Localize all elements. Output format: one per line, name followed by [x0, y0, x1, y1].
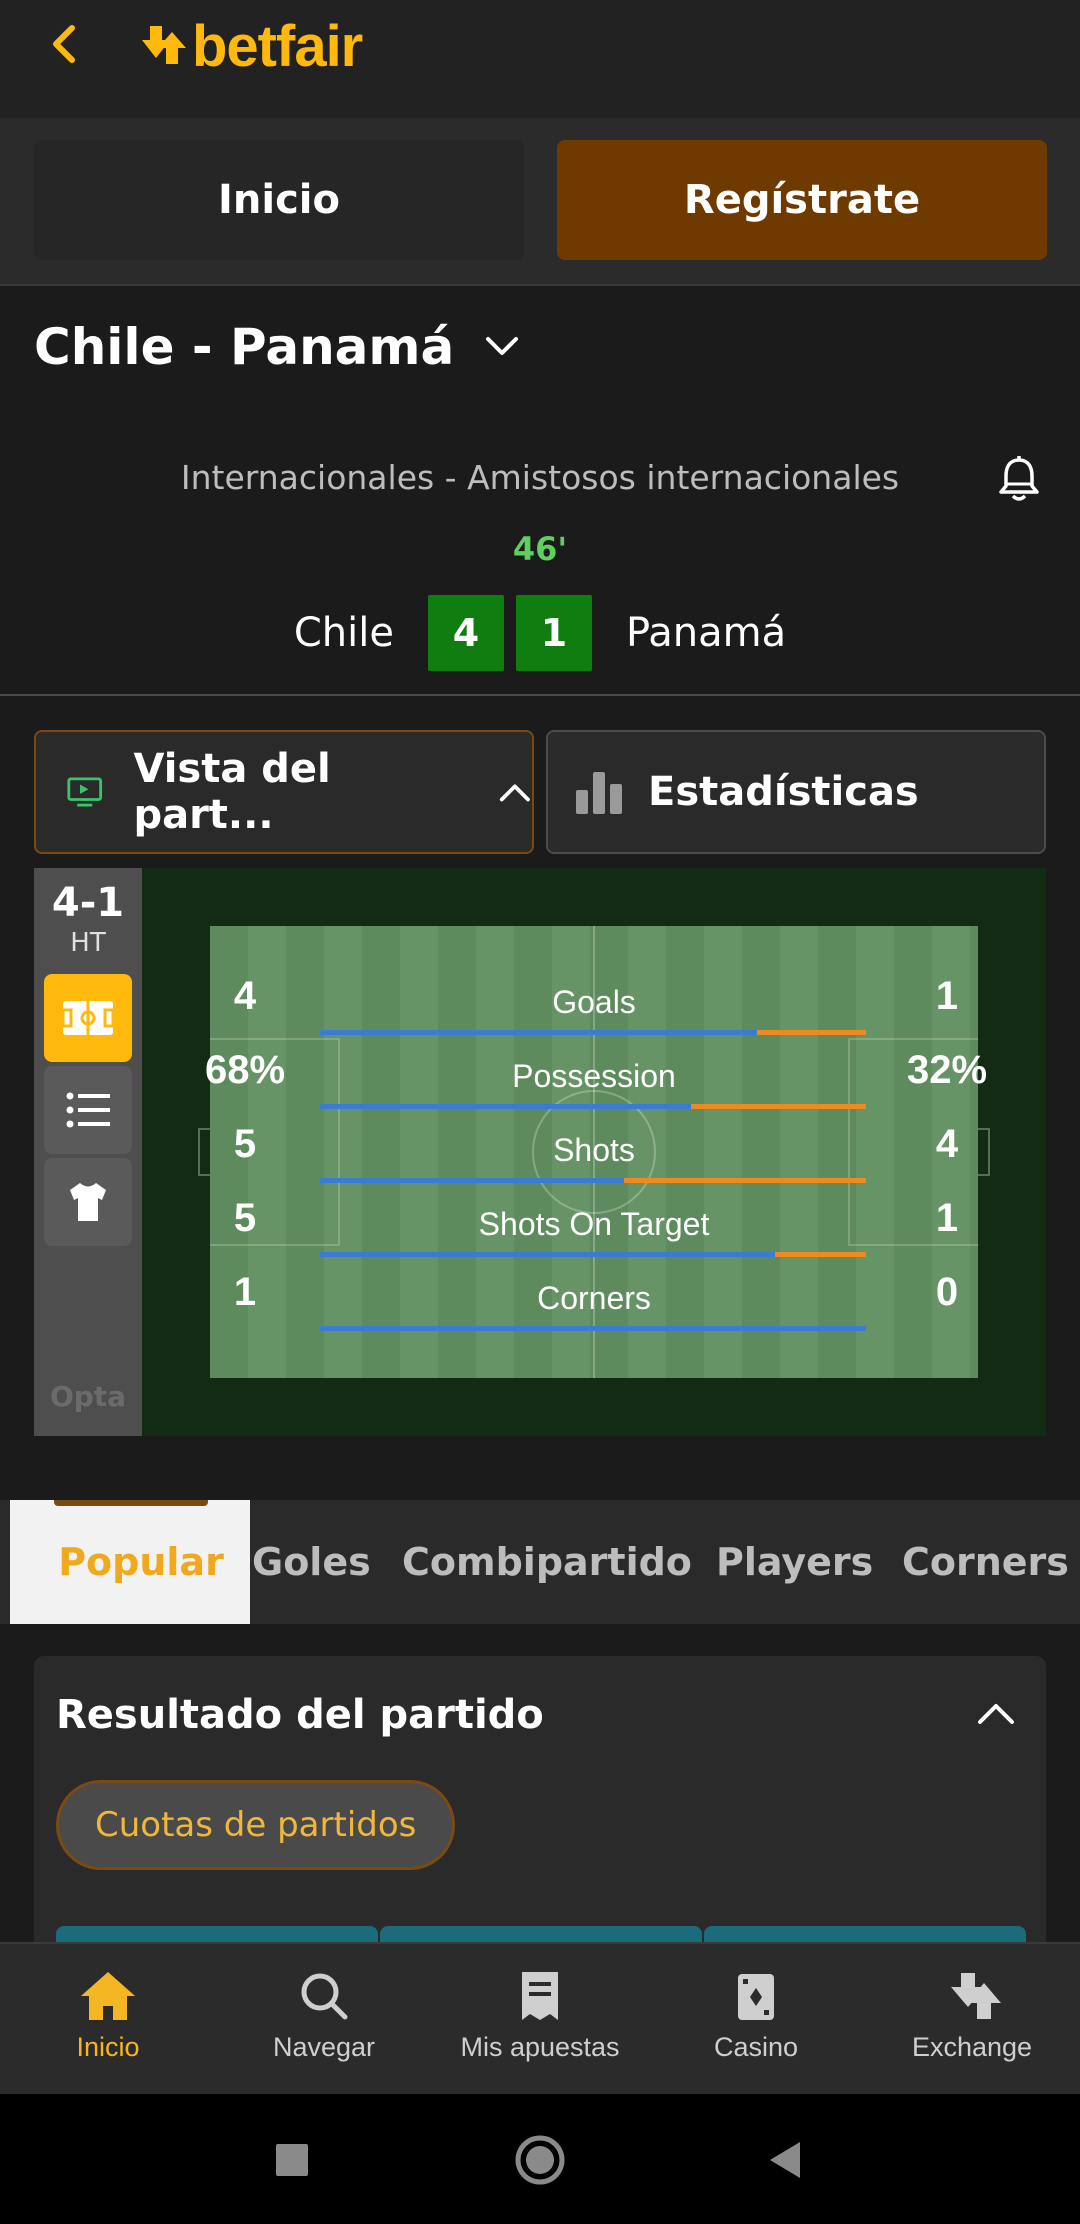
nav-label: Navegar — [272, 2032, 376, 2062]
scoreboard: Chile 4 1 Panamá — [0, 594, 1080, 672]
active-tab-indicator — [54, 1500, 208, 1506]
chevron-up-icon — [978, 1704, 1014, 1724]
away-bar-segment — [774, 1252, 866, 1257]
home-bar-segment — [320, 1030, 757, 1035]
chevron-left-icon — [53, 25, 75, 63]
away-stat-value: 0 — [935, 1270, 959, 1314]
list-icon — [66, 1092, 110, 1128]
bar-chart-icon — [576, 772, 622, 814]
match-view-label: Vista del part... — [133, 746, 331, 838]
home-team-name: Chile — [293, 610, 394, 656]
search-icon — [301, 1973, 348, 2020]
match-title: Chile - Panamá — [34, 318, 455, 376]
stat-comparison-bar — [320, 1326, 866, 1331]
home-stat-value: 68% — [204, 1048, 286, 1092]
stats-list-button[interactable] — [44, 1066, 132, 1154]
tab-goles[interactable]: Goles — [252, 1500, 371, 1624]
stat-comparison-bar — [320, 1178, 866, 1183]
data-provider-label: Opta — [49, 1380, 127, 1413]
recents-button[interactable] — [274, 2142, 310, 2182]
pitch-icon — [61, 1001, 115, 1035]
logo-text: betfair — [192, 13, 363, 79]
match-view-toggle[interactable]: Vista del part... — [34, 730, 534, 854]
statistics-label: Estadísticas — [648, 769, 919, 815]
lineups-button[interactable] — [44, 1158, 132, 1246]
home-score: 4 — [427, 595, 504, 671]
away-score: 1 — [515, 595, 592, 671]
square-icon — [276, 2144, 308, 2176]
exchange-icon — [951, 1973, 1001, 2019]
tab-combipartido[interactable]: Combipartido — [402, 1500, 692, 1624]
home-button[interactable]: Inicio — [34, 140, 524, 260]
home-bar-segment — [320, 1104, 692, 1109]
match-minute: 46' — [512, 530, 568, 568]
nav-mis-apuestas[interactable]: Mis apuestas — [432, 1966, 648, 2063]
home-stat-value: 4 — [233, 974, 257, 1018]
tab-corners[interactable]: Corners — [902, 1500, 1069, 1624]
away-stat-value: 32% — [906, 1048, 988, 1092]
stat-label: Goals — [552, 984, 636, 1020]
betslip-icon — [522, 1972, 558, 2020]
stat-label: Corners — [537, 1280, 651, 1316]
notification-button[interactable] — [996, 454, 1042, 508]
tv-icon — [67, 777, 103, 807]
stat-comparison-bar — [320, 1252, 866, 1257]
divider — [0, 694, 1080, 696]
away-bar-segment — [691, 1104, 866, 1109]
tab-popular[interactable]: Popular — [10, 1500, 250, 1624]
logo-arrows-icon — [142, 26, 186, 64]
home-system-button[interactable] — [514, 2134, 566, 2190]
nav-label: Exchange — [911, 2032, 1033, 2062]
home-bar-segment — [320, 1326, 866, 1331]
half-time-score: 4-1 — [51, 880, 125, 926]
back-system-button[interactable] — [766, 2140, 802, 2184]
chevron-down-icon — [486, 337, 519, 355]
match-odds-chip[interactable]: Cuotas de partidos — [56, 1780, 456, 1870]
nav-label: Mis apuestas — [460, 2032, 620, 2062]
home-bar-segment — [320, 1178, 624, 1183]
away-bar-segment — [623, 1178, 866, 1183]
nav-casino[interactable]: Casino — [648, 1966, 864, 2063]
stat-comparison-bar — [320, 1104, 866, 1109]
bell-icon — [999, 456, 1039, 501]
shirt-icon — [70, 1183, 106, 1221]
home-stat-value: 5 — [233, 1196, 257, 1240]
stat-label: Possession — [512, 1058, 676, 1094]
home-stat-value: 1 — [233, 1270, 257, 1314]
away-bar-segment — [756, 1030, 866, 1035]
stat-comparison-bar — [320, 1030, 866, 1035]
nav-navegar[interactable]: Navegar — [216, 1966, 432, 2063]
half-time-label: HT — [70, 928, 106, 958]
competition-name: Internacionales - Amistosos internaciona… — [180, 458, 900, 497]
home-stat-value: 5 — [233, 1122, 257, 1166]
nav-label: Inicio — [76, 2032, 140, 2062]
tab-players[interactable]: Players — [716, 1500, 873, 1624]
nav-inicio[interactable]: Inicio — [0, 1966, 216, 2063]
pitch-view-button[interactable] — [44, 974, 132, 1062]
away-stat-value: 1 — [935, 1196, 959, 1240]
away-stat-value: 1 — [935, 974, 959, 1018]
nav-label: Casino — [713, 2032, 799, 2062]
cards-icon — [738, 1974, 774, 2020]
chevron-up-icon — [500, 784, 531, 802]
home-bar-segment — [320, 1252, 775, 1257]
circle-icon — [515, 2135, 565, 2185]
triangle-back-icon — [770, 2142, 800, 2178]
match-title-dropdown[interactable]: Chile - Panamá — [34, 318, 520, 376]
statistics-toggle[interactable]: Estadísticas — [546, 730, 1046, 854]
betfair-logo: betfair — [132, 6, 363, 86]
nav-exchange[interactable]: Exchange — [864, 1966, 1080, 2063]
home-icon — [81, 1972, 135, 2020]
away-stat-value: 4 — [935, 1122, 959, 1166]
away-team-name: Panamá — [625, 610, 787, 656]
collapse-card-button[interactable] — [976, 1700, 1016, 1732]
back-button[interactable] — [44, 14, 84, 74]
stat-label: Shots On Target — [478, 1206, 710, 1242]
register-button[interactable]: Regístrate — [557, 140, 1047, 260]
stat-label: Shots — [553, 1132, 635, 1168]
card-title: Resultado del partido — [56, 1692, 544, 1738]
